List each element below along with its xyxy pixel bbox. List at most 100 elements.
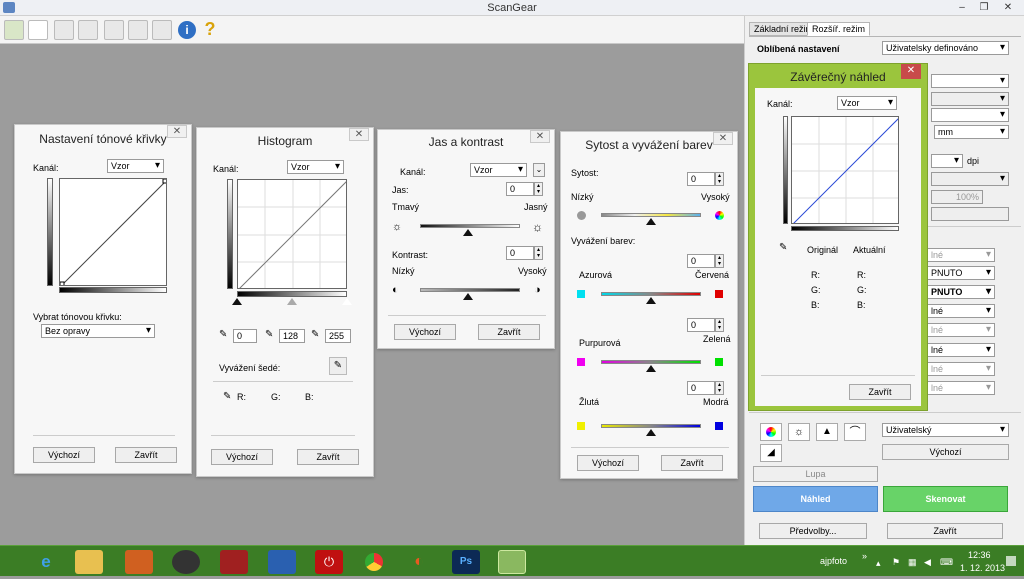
- highlight-slider[interactable]: [342, 298, 352, 305]
- highlight-input[interactable]: 255: [325, 329, 351, 343]
- photoshop-icon[interactable]: Ps: [452, 550, 480, 574]
- app-icon[interactable]: [125, 550, 153, 574]
- yellow-blue-slider-thumb[interactable]: [646, 429, 656, 436]
- scan-button[interactable]: Skenovat: [883, 486, 1008, 512]
- new-icon[interactable]: [28, 20, 48, 40]
- clock-date[interactable]: 1. 12. 2013: [960, 563, 1005, 573]
- help-icon[interactable]: ?: [202, 19, 218, 41]
- brightness-slider-thumb[interactable]: [463, 229, 473, 236]
- app-icon[interactable]: [220, 550, 248, 574]
- saturation-tool-icon[interactable]: [760, 423, 782, 441]
- explorer-icon[interactable]: [75, 550, 103, 574]
- flag-icon[interactable]: ⚑: [892, 557, 900, 568]
- close-icon[interactable]: ✕: [167, 125, 187, 138]
- close-button[interactable]: Zavřít: [297, 449, 359, 465]
- zoom-button[interactable]: Lupa: [753, 466, 878, 482]
- select-all-icon[interactable]: [128, 20, 148, 40]
- chrome-icon[interactable]: [360, 550, 388, 574]
- default-button[interactable]: Výchozí: [33, 447, 95, 463]
- close-button[interactable]: Zavřít: [115, 447, 177, 463]
- setting-select[interactable]: PNUTO: [927, 266, 995, 280]
- spin-icon[interactable]: ▴ ▾: [715, 254, 724, 268]
- channel-select[interactable]: Vzor: [107, 159, 164, 173]
- spin-icon[interactable]: ▴ ▾: [715, 172, 724, 186]
- brightness-input[interactable]: 0: [506, 182, 534, 196]
- yellow-blue-slider-track[interactable]: [601, 424, 701, 428]
- close-button[interactable]: Zavřít: [661, 455, 723, 471]
- save-icon[interactable]: [78, 20, 98, 40]
- saturation-slider-track[interactable]: [601, 213, 701, 217]
- preview-button[interactable]: Náhled: [753, 486, 878, 512]
- resolution-select[interactable]: [931, 154, 963, 168]
- setting-select[interactable]: lné: [927, 381, 995, 395]
- brightness-slider-track[interactable]: [420, 224, 520, 228]
- scan-icon[interactable]: [4, 20, 24, 40]
- cyan-red-slider-track[interactable]: [601, 292, 701, 296]
- ie-icon[interactable]: e: [32, 550, 60, 574]
- app-icon[interactable]: ◐: [405, 550, 433, 574]
- brightness-tool-icon[interactable]: ☼: [788, 423, 810, 441]
- minimize-icon[interactable]: –: [950, 0, 974, 16]
- spin-icon[interactable]: ▴ ▾: [715, 381, 724, 395]
- setting-select[interactable]: [931, 172, 1009, 186]
- setting-select[interactable]: PNUTO: [927, 285, 995, 299]
- tone-curve-tool-icon[interactable]: ⌒: [844, 423, 866, 441]
- keyboard-icon[interactable]: ⌨: [940, 557, 953, 568]
- spin-icon[interactable]: ▴ ▾: [534, 246, 543, 260]
- grid-icon[interactable]: [152, 20, 172, 40]
- eyedropper-icon[interactable]: ✎: [779, 242, 787, 253]
- eyedropper-icon[interactable]: ✎: [219, 329, 227, 340]
- speaker-icon[interactable]: [172, 550, 200, 574]
- contrast-input[interactable]: 0: [506, 246, 534, 260]
- power-icon[interactable]: ⏻: [315, 550, 343, 574]
- setting-input[interactable]: [931, 207, 1009, 221]
- close-icon[interactable]: ✕: [349, 128, 369, 141]
- close-button[interactable]: Zavřít: [887, 523, 1003, 539]
- eyedropper-icon[interactable]: ✎: [265, 329, 273, 340]
- final-review-tool-icon[interactable]: ◢: [760, 444, 782, 462]
- setting-select[interactable]: lné: [927, 343, 995, 357]
- histogram-tool-icon[interactable]: ▲: [816, 423, 838, 441]
- tray-expand-icon[interactable]: »: [862, 551, 867, 561]
- default-button[interactable]: Výchozí: [211, 449, 273, 465]
- close-button[interactable]: Zavřít: [849, 384, 911, 400]
- spin-icon[interactable]: ▴ ▾: [534, 182, 543, 196]
- clock-time[interactable]: 12:36: [968, 550, 991, 560]
- favorite-settings-select[interactable]: Uživatelsky definováno: [882, 41, 1009, 55]
- setting-select[interactable]: lné: [927, 362, 995, 376]
- setting-select[interactable]: [931, 74, 1009, 88]
- expand-icon[interactable]: ⌄: [533, 163, 545, 177]
- contrast-slider-thumb[interactable]: [463, 293, 473, 300]
- cyan-red-input[interactable]: 0: [687, 254, 715, 268]
- notification-icon[interactable]: [1006, 556, 1016, 566]
- close-button[interactable]: Zavřít: [478, 324, 540, 340]
- setting-select[interactable]: [931, 108, 1009, 122]
- zoom-input[interactable]: 100%: [931, 190, 983, 204]
- shadow-slider[interactable]: [232, 298, 242, 305]
- maximize-icon[interactable]: ❐: [972, 0, 996, 16]
- preferences-button[interactable]: Předvolby...: [759, 523, 867, 539]
- setting-select[interactable]: [931, 92, 1009, 106]
- contrast-slider-track[interactable]: [420, 288, 520, 292]
- close-icon[interactable]: ✕: [713, 132, 733, 145]
- print-icon[interactable]: [54, 20, 74, 40]
- close-icon[interactable]: ✕: [530, 130, 550, 143]
- network-icon[interactable]: ▦: [908, 557, 917, 568]
- setting-select[interactable]: lné: [927, 248, 995, 262]
- volume-icon[interactable]: ◀: [924, 557, 931, 568]
- spin-icon[interactable]: ▴ ▾: [715, 318, 724, 332]
- eyedropper-icon[interactable]: ✎: [311, 329, 319, 340]
- info-icon[interactable]: i: [178, 21, 196, 39]
- default-button[interactable]: Výchozí: [882, 444, 1009, 460]
- cyan-red-slider-thumb[interactable]: [646, 297, 656, 304]
- crop-icon[interactable]: [104, 20, 124, 40]
- close-icon[interactable]: ✕: [901, 64, 921, 79]
- midtone-slider[interactable]: [287, 298, 297, 305]
- app-icon[interactable]: [268, 550, 296, 574]
- tab-advanced-mode[interactable]: Rozšíř. režim: [807, 22, 871, 36]
- channel-select[interactable]: Vzor: [470, 163, 527, 177]
- shadow-input[interactable]: 0: [233, 329, 257, 343]
- default-button[interactable]: Výchozí: [394, 324, 456, 340]
- magenta-green-slider-thumb[interactable]: [646, 365, 656, 372]
- close-icon[interactable]: ✕: [994, 0, 1022, 16]
